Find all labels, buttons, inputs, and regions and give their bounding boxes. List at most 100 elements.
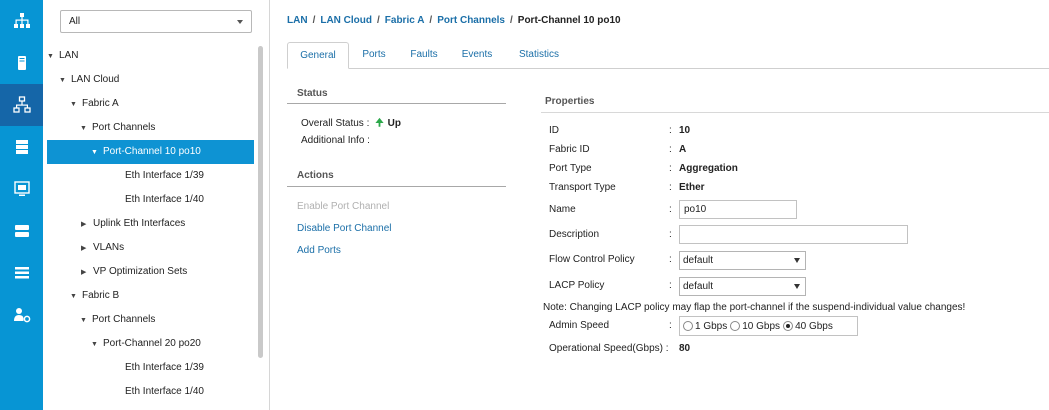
tab-faults[interactable]: Faults <box>399 42 449 69</box>
filter-select[interactable]: All <box>60 10 252 33</box>
tree-item[interactable]: ▼ Port-Channel 10 po10 <box>47 140 254 164</box>
name-colon: : <box>669 204 672 215</box>
tree-item-label: VP Optimization Sets <box>93 266 188 277</box>
expand-arrow-icon[interactable]: ▼ <box>80 309 92 333</box>
nav-list-button[interactable] <box>0 252 43 294</box>
collapse-arrow-icon[interactable]: ▶ <box>81 237 93 261</box>
tree-item[interactable]: ▼ Port-Channel 20 po20 <box>91 332 201 356</box>
description-colon: : <box>669 229 672 240</box>
tree-item[interactable]: Eth Interface 1/40 <box>113 188 204 212</box>
admin-speed-label: Admin Speed <box>549 320 610 331</box>
admin-speed-option-label: 10 Gbps <box>742 320 781 332</box>
expand-arrow-icon[interactable]: ▼ <box>70 285 82 309</box>
collapse-arrow-icon[interactable]: ▶ <box>81 213 93 237</box>
expand-arrow-icon[interactable]: ▼ <box>59 69 71 93</box>
breadcrumb-separator: / <box>510 15 513 26</box>
tree-item-label: Fabric B <box>82 290 120 301</box>
tree-item-label: LAN Cloud <box>71 74 120 85</box>
admin-speed-option-label: 40 Gbps <box>795 320 833 332</box>
breadcrumb: LAN / LAN Cloud / Fabric A / Port Channels / Por… <box>287 15 621 26</box>
tab-bar: General Ports Faults Events Statistics <box>287 42 1049 69</box>
tree-item[interactable]: Eth Interface 1/39 <box>113 164 204 188</box>
transport-type-colon: : <box>669 182 672 193</box>
tree-item-label: LAN <box>59 50 79 61</box>
tab-general[interactable]: General <box>287 42 349 69</box>
admin-speed-option[interactable]: 10 Gbps <box>730 321 780 332</box>
add-ports-link[interactable]: Add Ports <box>297 245 341 256</box>
admin-speed-colon: : <box>669 320 672 331</box>
collapse-arrow-icon[interactable]: ▶ <box>81 261 93 285</box>
operational-speed-label: Operational Speed(Gbps) : <box>549 343 669 354</box>
nav-san-button[interactable] <box>0 126 43 168</box>
flow-control-policy-select[interactable]: default <box>679 251 806 270</box>
storage-icon <box>14 225 29 237</box>
expand-arrow-icon[interactable]: ▼ <box>47 45 59 69</box>
admin-speed-option[interactable]: 1 Gbps <box>683 321 727 332</box>
port-type-label: Port Type <box>549 163 592 174</box>
tree-item[interactable]: Eth Interface 1/39 <box>113 356 204 380</box>
disable-port-channel-link[interactable]: Disable Port Channel <box>297 223 392 234</box>
description-label: Description <box>549 229 600 240</box>
breadcrumb-link[interactable]: LAN <box>287 15 308 26</box>
chevron-down-icon <box>794 258 800 263</box>
breadcrumb-current: Port-Channel 10 po10 <box>517 15 621 26</box>
breadcrumb-link[interactable]: Port Channels <box>437 15 505 26</box>
tree-item[interactable]: ▼ LAN Cloud <box>59 68 119 92</box>
flow-control-policy-value: default <box>683 255 714 266</box>
expand-arrow-icon[interactable]: ▼ <box>80 117 92 141</box>
chevron-down-icon <box>237 20 243 24</box>
tree-item[interactable]: Eth Interface 1/40 <box>113 380 204 404</box>
tree-item[interactable]: ▼ LAN <box>47 44 78 68</box>
id-value: 10 <box>679 125 691 136</box>
tab-statistics[interactable]: Statistics <box>506 42 572 69</box>
tab-ports[interactable]: Ports <box>350 42 398 69</box>
nav-server-button[interactable] <box>0 42 43 84</box>
nav-vm-button[interactable] <box>0 168 43 210</box>
overall-status-value: Up <box>387 118 401 129</box>
breadcrumb-separator: / <box>312 15 316 26</box>
nav-lan-button[interactable] <box>0 84 43 126</box>
breadcrumb-link[interactable]: Fabric A <box>385 15 425 26</box>
additional-info-label: Additional Info : <box>301 135 370 146</box>
filter-value: All <box>69 16 81 27</box>
tree-item[interactable]: ▼ Port Channels <box>80 308 155 332</box>
nav-admin-button[interactable] <box>0 294 43 336</box>
nav-rail <box>0 0 43 410</box>
status-section-title: Status <box>297 88 328 99</box>
expand-arrow-icon[interactable]: ▼ <box>91 333 103 357</box>
expand-arrow-icon[interactable]: ▼ <box>91 141 103 165</box>
lacp-policy-label: LACP Policy <box>549 280 605 291</box>
tree-item[interactable]: ▶ VP Optimization Sets <box>81 260 187 284</box>
tree-item[interactable]: ▼ Fabric B <box>70 284 119 308</box>
nav-storage-button[interactable] <box>0 210 43 252</box>
breadcrumb-link[interactable]: LAN Cloud <box>320 15 372 26</box>
admin-speed-radio-group: 1 Gbps 10 Gbps 40 Gbps <box>679 316 858 336</box>
enable-port-channel-link[interactable]: Enable Port Channel <box>297 201 389 212</box>
expand-arrow-icon[interactable]: ▼ <box>70 93 82 117</box>
tree-item[interactable]: ▼ Port Channels <box>80 116 155 140</box>
tree-item[interactable]: ▶ VLANs <box>81 236 124 260</box>
operational-speed-value: 80 <box>679 343 691 354</box>
transport-type-value: Ether <box>679 182 705 193</box>
tree-scrollbar[interactable] <box>258 46 263 358</box>
lacp-policy-select[interactable]: default <box>679 277 806 296</box>
properties-section-title: Properties <box>545 96 595 107</box>
tree-item-label: Port Channels <box>92 122 156 133</box>
tab-events[interactable]: Events <box>450 42 504 69</box>
tree-item[interactable]: ▼ Fabric A <box>70 92 119 116</box>
admin-speed-option[interactable]: 40 Gbps <box>783 321 833 332</box>
id-label: ID <box>549 125 559 136</box>
tree-item-label: Eth Interface 1/39 <box>125 170 204 181</box>
nav-network-button[interactable] <box>0 0 43 42</box>
radio-button[interactable] <box>683 321 693 331</box>
fabric-id-value: A <box>679 144 687 155</box>
radio-button[interactable] <box>730 321 741 331</box>
lacp-policy-colon: : <box>669 280 672 291</box>
tree-item-label: Port Channels <box>92 314 156 325</box>
radio-button[interactable] <box>783 321 794 331</box>
description-input[interactable] <box>679 225 908 244</box>
port-type-colon: : <box>669 163 672 174</box>
server-icon <box>17 56 26 70</box>
tree-item[interactable]: ▶ Uplink Eth Interfaces <box>81 212 185 236</box>
name-input[interactable] <box>679 200 797 219</box>
